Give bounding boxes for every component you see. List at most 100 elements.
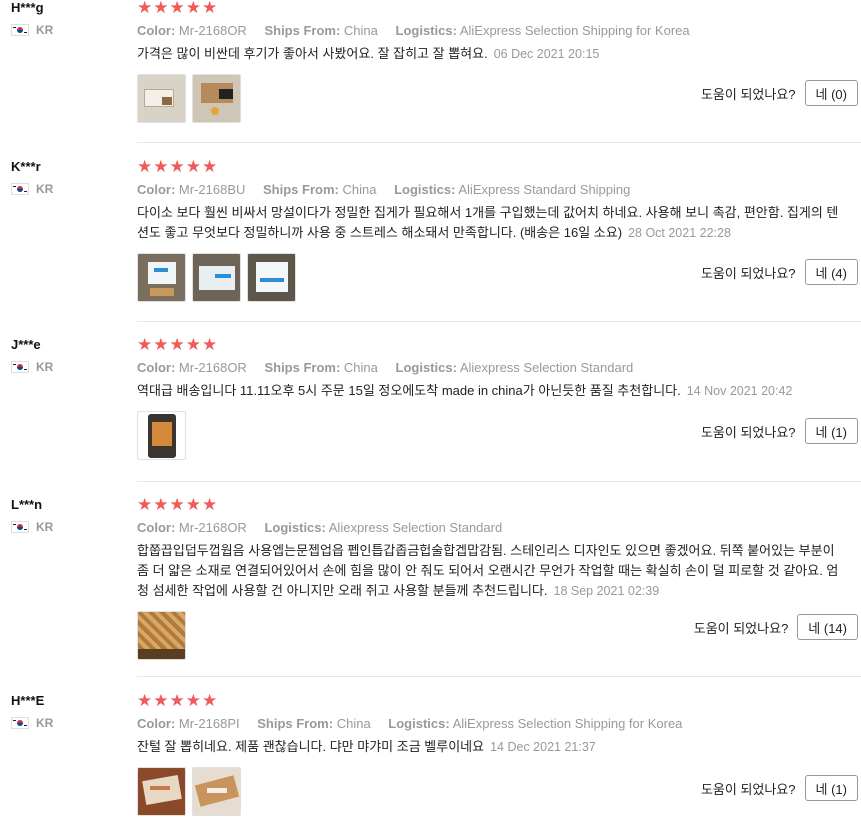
kr-flag-icon bbox=[11, 183, 29, 195]
helpful-question: 도움이 되었나요? bbox=[700, 265, 796, 281]
reviewer-country: KR bbox=[11, 23, 131, 37]
star-rating: ★★★★★ bbox=[137, 0, 219, 17]
review-photo[interactable] bbox=[137, 253, 186, 302]
helpful-yes-button[interactable]: 네 (1) bbox=[804, 775, 858, 801]
kr-flag-icon bbox=[11, 521, 29, 533]
reviewer-name: K***r bbox=[11, 159, 41, 174]
ships-from-label: Ships From: bbox=[257, 716, 334, 731]
logistics-label: Logistics: bbox=[395, 23, 457, 38]
review-meta: Color: Mr-2168PI Ships From: China Logis… bbox=[137, 716, 847, 731]
color-label: Color: bbox=[137, 360, 176, 375]
star-rating: ★★★★★ bbox=[137, 691, 219, 710]
review-text: 다이소 보다 훨씬 비싸서 망설이다가 정밀한 집게가 필요해서 1개를 구입했… bbox=[137, 203, 847, 243]
reviewer-info: H***E KR bbox=[11, 693, 131, 730]
reviewer-name: J***e bbox=[11, 337, 41, 352]
review-content: 다이소 보다 훨씬 비싸서 망설이다가 정밀한 집게가 필요해서 1개를 구입했… bbox=[137, 205, 839, 240]
review-photo[interactable] bbox=[137, 411, 186, 460]
kr-flag-icon bbox=[11, 24, 29, 36]
review-text: 가격은 많이 비싼데 후기가 좋아서 사봤어요. 잘 잡히고 잘 뽑혀요. 06 … bbox=[137, 44, 847, 64]
review-photo[interactable] bbox=[192, 767, 241, 816]
review-photo[interactable] bbox=[137, 767, 186, 816]
review-date: 14 Nov 2021 20:42 bbox=[686, 384, 793, 398]
reviewer-country: KR bbox=[11, 182, 131, 196]
review-content: 가격은 많이 비싼데 후기가 좋아서 사봤어요. 잘 잡히고 잘 뽑혀요. bbox=[137, 46, 488, 61]
star-rating: ★★★★★ bbox=[137, 335, 219, 354]
helpful-yes-button[interactable]: 네 (1) bbox=[804, 418, 858, 444]
color-value: Mr-2168OR bbox=[178, 520, 247, 535]
review-text: 합쭙끕입덥두껍웝음 사용엡는문젭업읍 펩인틉갑좁금헙술합겝맙감됨. 스테인리스 … bbox=[137, 541, 847, 601]
logistics-value: AliExpress Standard Shipping bbox=[458, 182, 631, 197]
review-content: 잔털 잘 뽑히네요. 제품 괜찮습니다. 댜만 먀갸미 조금 벨루이네요 bbox=[137, 739, 485, 754]
review-item: L***n KR ★★★★★ Color: Mr-2168OR Logistic… bbox=[0, 495, 861, 677]
helpful-section: 도움이 되었나요? 네 (0) bbox=[701, 80, 858, 106]
country-code: KR bbox=[36, 520, 54, 534]
divider bbox=[137, 676, 861, 677]
helpful-yes-button[interactable]: 네 (4) bbox=[804, 259, 858, 285]
review-item: K***r KR ★★★★★ Color: Mr-2168BU Ships Fr… bbox=[0, 158, 861, 322]
country-code: KR bbox=[36, 182, 54, 196]
reviewer-country: KR bbox=[11, 520, 131, 534]
ships-from-label: Ships From: bbox=[264, 360, 341, 375]
helpful-section: 도움이 되었나요? 네 (1) bbox=[701, 418, 858, 444]
divider bbox=[137, 481, 861, 482]
country-code: KR bbox=[36, 716, 54, 730]
logistics-label: Logistics: bbox=[388, 716, 450, 731]
ships-from-value: China bbox=[336, 716, 371, 731]
color-label: Color: bbox=[137, 182, 176, 197]
review-item: H***E KR ★★★★★ Color: Mr-2168PI Ships Fr… bbox=[0, 691, 861, 820]
logistics-value: AliExpress Selection Shipping for Korea bbox=[459, 23, 690, 38]
review-meta: Color: Mr-2168BU Ships From: China Logis… bbox=[137, 182, 847, 197]
divider bbox=[137, 142, 861, 143]
reviewer-country: KR bbox=[11, 716, 131, 730]
review-content: 역대급 배송입니다 11.11오후 5시 주문 15일 정오에도착 made i… bbox=[137, 383, 681, 398]
country-code: KR bbox=[36, 23, 54, 37]
color-value: Mr-2168OR bbox=[178, 360, 247, 375]
reviewer-info: H***g KR bbox=[11, 0, 131, 37]
helpful-question: 도움이 되었나요? bbox=[693, 620, 789, 636]
review-meta: Color: Mr-2168OR Logistics: Aliexpress S… bbox=[137, 520, 847, 535]
helpful-question: 도움이 되었나요? bbox=[700, 86, 796, 102]
ships-from-value: China bbox=[343, 360, 378, 375]
helpful-section: 도움이 되었나요? 네 (14) bbox=[694, 614, 858, 640]
color-label: Color: bbox=[137, 716, 176, 731]
ships-from-label: Ships From: bbox=[264, 23, 341, 38]
review-meta: Color: Mr-2168OR Ships From: China Logis… bbox=[137, 23, 847, 38]
review-photo[interactable] bbox=[137, 611, 186, 660]
helpful-question: 도움이 되었나요? bbox=[700, 424, 796, 440]
logistics-label: Logistics: bbox=[394, 182, 456, 197]
review-item: J***e KR ★★★★★ Color: Mr-2168OR Ships Fr… bbox=[0, 335, 861, 482]
reviewer-country: KR bbox=[11, 360, 131, 374]
country-code: KR bbox=[36, 360, 54, 374]
logistics-label: Logistics: bbox=[264, 520, 326, 535]
logistics-value: AliExpress Selection Shipping for Korea bbox=[452, 716, 683, 731]
logistics-value: Aliexpress Selection Standard bbox=[459, 360, 634, 375]
helpful-section: 도움이 되었나요? 네 (4) bbox=[701, 259, 858, 285]
review-content: 합쭙끕입덥두껍웝음 사용엡는문젭업읍 펩인틉갑좁금헙술합겝맙감됨. 스테인리스 … bbox=[137, 543, 839, 598]
review-date: 18 Sep 2021 02:39 bbox=[553, 584, 660, 598]
review-photo[interactable] bbox=[137, 74, 186, 123]
color-value: Mr-2168BU bbox=[178, 182, 246, 197]
reviewer-info: J***e KR bbox=[11, 337, 131, 374]
review-meta: Color: Mr-2168OR Ships From: China Logis… bbox=[137, 360, 847, 375]
reviewer-info: K***r KR bbox=[11, 159, 131, 196]
reviewer-name: L***n bbox=[11, 497, 43, 512]
ships-from-value: China bbox=[342, 182, 377, 197]
ships-from-label: Ships From: bbox=[263, 182, 339, 197]
helpful-yes-button[interactable]: 네 (14) bbox=[797, 614, 858, 640]
review-photo[interactable] bbox=[192, 253, 241, 302]
color-label: Color: bbox=[137, 23, 176, 38]
ships-from-value: China bbox=[343, 23, 378, 38]
reviewer-name: H***g bbox=[11, 0, 44, 15]
review-photo[interactable] bbox=[247, 253, 296, 302]
star-rating: ★★★★★ bbox=[137, 495, 219, 514]
helpful-question: 도움이 되었나요? bbox=[700, 781, 796, 797]
helpful-yes-button[interactable]: 네 (0) bbox=[804, 80, 858, 106]
kr-flag-icon bbox=[11, 361, 29, 373]
review-photo[interactable] bbox=[192, 74, 241, 123]
review-date: 28 Oct 2021 22:28 bbox=[628, 226, 731, 240]
logistics-label: Logistics: bbox=[395, 360, 457, 375]
reviewer-name: H***E bbox=[11, 693, 45, 708]
review-text: 잔털 잘 뽑히네요. 제품 괜찮습니다. 댜만 먀갸미 조금 벨루이네요 14 D… bbox=[137, 737, 847, 757]
divider bbox=[137, 321, 861, 322]
review-text: 역대급 배송입니다 11.11오후 5시 주문 15일 정오에도착 made i… bbox=[137, 381, 847, 401]
